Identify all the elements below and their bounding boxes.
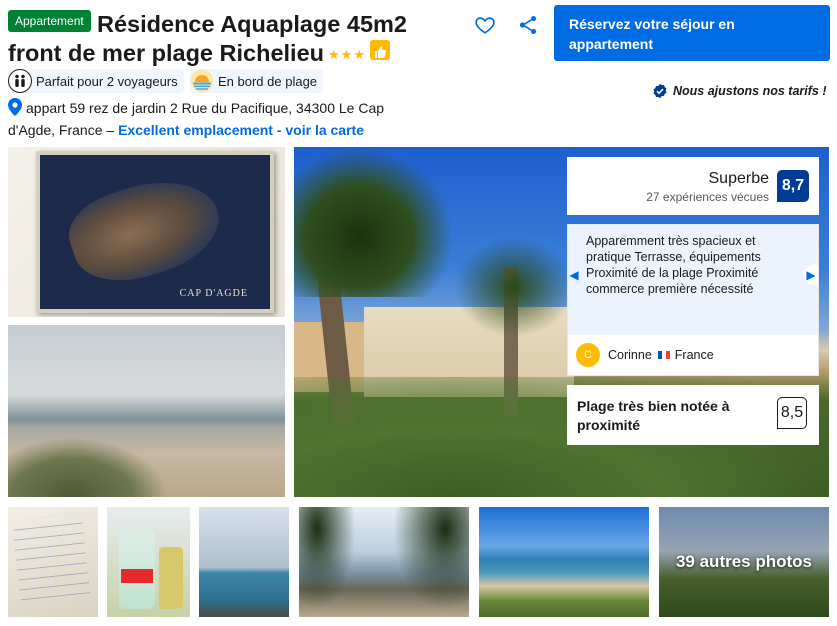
palm-silhouette [299,507,359,617]
framed-map-picture: CAP D'AGDE [36,151,274,313]
thumbs-up-icon [369,40,390,60]
thumbnail-more-photos[interactable]: 39 autres photos [659,507,829,617]
location-score-badge: 8,5 [777,397,807,429]
map-pin-icon [8,98,22,116]
photo-aerial-map[interactable]: CAP D'AGDE [8,147,285,317]
location-score-card[interactable]: Plage très bien notée à proximité 8,5 [567,385,819,445]
map-caption: CAP D'AGDE [179,288,248,299]
location-label: Plage très bien notée à proximité [577,398,730,433]
palm-fronds [294,147,454,297]
highlight-label: Parfait pour 2 voyageurs [36,73,178,89]
highlight-label: En bord de plage [218,73,318,89]
handwriting [12,513,90,601]
highlight-beachfront: En bord de plage [190,69,324,93]
thumbnail-guestbook[interactable] [8,507,98,617]
score-label: Superbe [708,170,770,187]
thumbnail-coastline[interactable] [479,507,649,617]
france-flag-icon [657,351,670,359]
dune-grass [8,437,168,497]
reviewer-name: Corinne [608,348,652,362]
address-line: appart 59 rez de jardin 2 Rue du Pacifiq… [8,97,428,141]
palm-fronds [454,237,574,337]
heart-icon[interactable] [474,14,496,36]
guest-review-card: Apparemment très spacieux et pratique Te… [567,224,819,376]
property-type-badge: Appartement [8,10,91,32]
thumbnail-sanitizer[interactable] [107,507,190,617]
verified-thumb-icon [652,83,668,99]
price-match-text: Nous ajustons nos tarifs ! [673,84,827,98]
reviewer-country: France [674,348,714,362]
show-map-link[interactable]: Excellent emplacement - voir la carte [118,122,364,138]
price-match-notice[interactable]: Nous ajustons nos tarifs ! [652,83,827,99]
two-people-icon [8,69,32,93]
address-separator: – [102,122,119,138]
second-bottle [159,547,183,609]
photo-kitesurf-beach[interactable] [8,325,285,497]
highlight-two-guests: Parfait pour 2 voyageurs [8,69,184,93]
review-score-card[interactable]: Superbe 27 expériences vécues 8,7 [567,157,819,215]
more-photos-label[interactable]: 39 autres photos [659,552,829,572]
avatar: C [576,343,600,367]
share-icon[interactable] [517,14,539,36]
thumbnail-beach-umbrellas[interactable] [299,507,469,617]
chevron-left-icon[interactable]: ◀ [568,265,580,285]
reserve-button[interactable]: Réservez votre séjour en appartement [554,5,830,61]
score-badge: 8,7 [777,170,809,202]
thumbnail-fort-sea[interactable] [199,507,289,617]
chevron-right-icon[interactable]: ▶ [804,265,818,285]
star-rating: ★★★ [328,47,366,62]
palm-silhouette [389,507,469,617]
bottle-label [121,569,153,583]
review-count: 27 expériences vécues [646,190,769,204]
beach-sunset-icon [190,69,214,93]
map-coastline [59,164,231,296]
reviewer-info: C Corinne France [576,343,714,367]
review-text: Apparemment très spacieux et pratique Te… [568,225,818,335]
